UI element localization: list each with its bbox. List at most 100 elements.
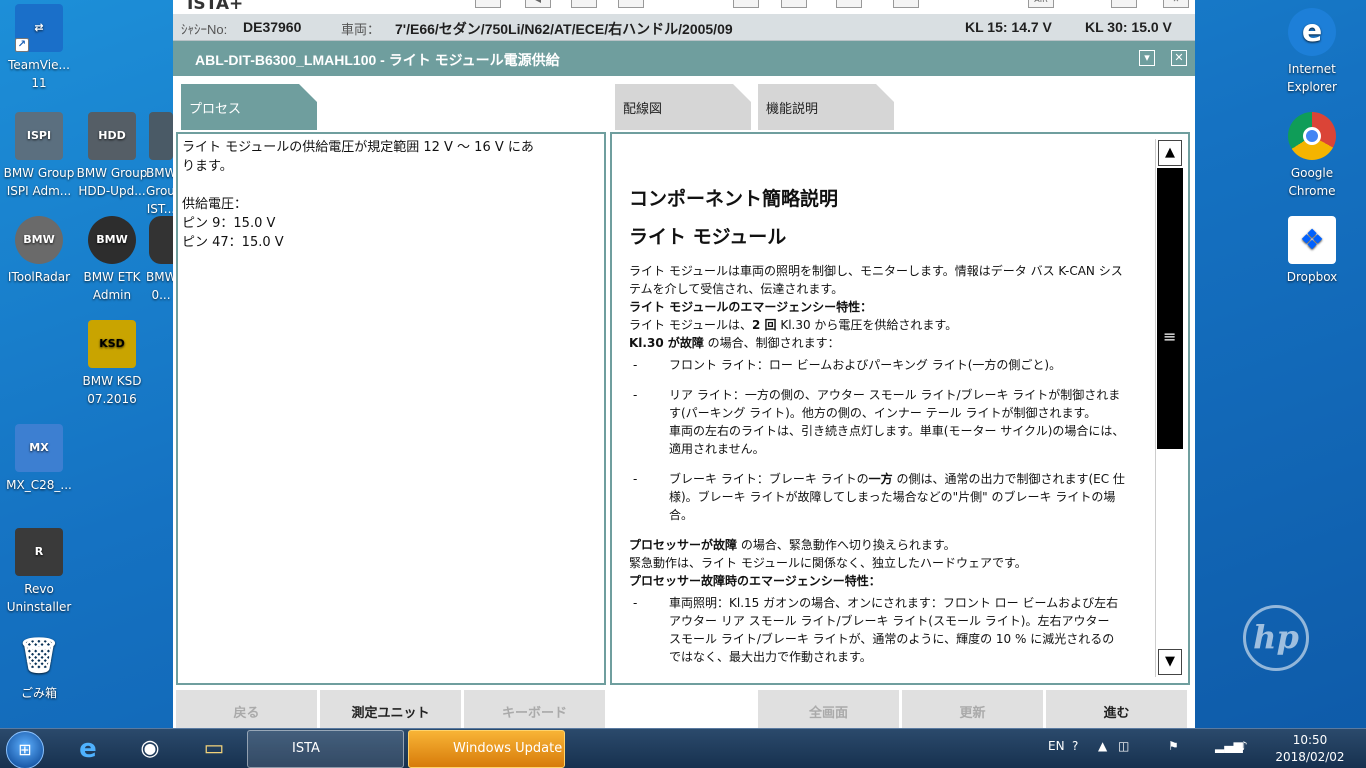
mx-logo-icon: MX [15,424,63,472]
kl15-voltage: KL 15: 14.7 V [965,19,1052,35]
toolbar-download-button[interactable] [1111,0,1137,8]
bmw-ispi-admin-label: BMW Group ISPI Adm... [3,166,75,198]
close-icon[interactable]: ✕ [1171,50,1187,66]
bmw-ista-icon[interactable]: BMW Group IST... [146,112,176,218]
bmw-partial-icon[interactable]: BMW 0... [146,216,176,304]
toolbar-home-button[interactable] [475,0,501,8]
back-button[interactable]: 戻る [176,690,317,730]
ie-logo-icon: e [1288,8,1336,56]
ksd-logo-icon: KSD [88,320,136,368]
itoolradar-label: IToolRadar [7,270,71,284]
signal-icon[interactable]: ▂▄▆ [1215,739,1243,753]
mx-c28-icon[interactable]: MX MX_C28_... [0,424,78,494]
google-chrome-icon[interactable]: Google Chrome [1273,112,1351,200]
toolbar-air-button[interactable]: AIR [1028,0,1054,8]
pin47-value: ピン 47：15.0 V [182,235,284,250]
description-scrollbar[interactable]: ▲ ≡ ▼ [1155,139,1183,677]
internet-explorer-icon[interactable]: e Internet Explorer [1273,8,1351,96]
toolbar-back-button[interactable]: ◀ [525,0,551,8]
chassis-number: DE37960 [243,19,302,35]
scroll-up-icon[interactable]: ▲ [1158,140,1182,166]
bmw-etk-admin-label: BMW ETK Admin [83,270,141,302]
dropbox-icon[interactable]: ❖ Dropbox [1273,216,1351,286]
process-line-1: ライト モジュールの供給電圧が規定範囲 12 V ～ 16 V にあ [182,140,534,155]
dialog-title: ABL-DIT-B6300_LMAHL100 - ライト モジュール電源供給 [195,52,560,68]
emergency-title: ライト モジュールのエマージェンシー特性： [629,300,873,314]
toolbar-copy-button[interactable] [571,0,597,8]
teamviewer-logo-icon: ⇄ ↗ [15,4,63,52]
toolbar-tool-button[interactable] [733,0,759,8]
bmw-ksd-icon[interactable]: KSD BMW KSD 07.2016 [73,320,151,408]
refresh-button[interactable]: 更新 [902,690,1043,730]
list-item: - 車両照明：Kl.15 ガオンの場合、オンにされます：フロント ロー ビームおよ… [633,596,1119,664]
vehicle-description: 7'/E66/セダン/750Li/N62/AT/ECE/右ハンドル/2005/0… [395,21,733,37]
revo-logo-icon: R [15,528,63,576]
clock-date: 2018/02/02 [1275,750,1345,764]
list-item: - フロント ライト：ロー ビームおよびパーキング ライト(一方の側ごと)。 [633,358,1062,372]
toolbar-print-button[interactable] [618,0,644,8]
dropbox-label: Dropbox [1286,270,1338,284]
process-line-2: ります。 [182,159,233,174]
measuring-unit-button[interactable]: 測定ユニット [320,690,461,730]
explorer-taskbar-icon[interactable]: ▭ [194,733,234,767]
process-text: ライト モジュールの供給電圧が規定範囲 12 V ～ 16 V にあ ります。 … [182,138,582,252]
flag-icon[interactable]: ⚑ [1168,739,1179,753]
revo-uninstaller-icon[interactable]: R Revo Uninstaller [0,528,78,616]
recycle-bin-icon[interactable]: 🗑 ごみ箱 [0,632,78,702]
list-item: - リア ライト：一方の側の、アウター スモール ライト/ブレーキ ライトが制御… [633,388,1125,456]
fullscreen-button[interactable]: 全画面 [758,690,899,730]
tab-function-description[interactable]: 機能説明 [758,84,894,130]
tab-wiring-diagram[interactable]: 配線図 [615,84,751,130]
minimize-icon[interactable]: ▾ [1139,50,1155,66]
bmw-partial-logo-icon [149,216,173,264]
taskbar-item-windows-update[interactable]: Windows Update [408,730,565,768]
taskbar-clock[interactable]: 10:50 2018/02/02 [1270,732,1350,766]
volume-icon[interactable]: ♪ [1240,739,1248,753]
bmw-hdd-update-icon[interactable]: HDD BMW Group HDD-Upd... [73,112,151,200]
network-icon[interactable]: ◫ [1118,739,1129,753]
trash-icon: 🗑 [17,636,61,676]
bmw-etk-logo-icon: BMW [88,216,136,264]
pin9-value: ピン 9：15.0 V [182,216,276,231]
teamviewer-icon[interactable]: ⇄ ↗ TeamVie... 11 [0,4,78,92]
next-button[interactable]: 進む [1046,690,1187,730]
teamviewer-label: TeamVie... 11 [8,58,70,90]
kl30-paragraph: Kl.30 が故障 の場合、制御されます： [629,336,840,350]
bmw-partial-label: BMW 0... [146,270,176,302]
language-indicator[interactable]: EN [1048,739,1065,753]
tab-process[interactable]: プロセス [181,84,317,130]
show-hidden-icons-icon[interactable]: ▲ [1098,739,1107,753]
ista-app-name: ISTA+ [187,0,244,14]
ie-taskbar-icon[interactable]: e [68,733,108,767]
supply-voltage-label: 供給電圧： [182,197,248,212]
vehicle-info-bar: ｼｬｼｰNo: DE37960 車両： 7'/E66/セダン/750Li/N62… [173,14,1195,41]
processor-emergency-title: プロセッサー故障時のエマージェンシー特性： [629,574,881,588]
emergency-operation-paragraph: 緊急動作は、ライト モジュールに関係なく、独立したハードウェアです。 [629,556,1027,570]
bmw-etk-admin-icon[interactable]: BMW BMW ETK Admin [73,216,151,304]
chassis-label: ｼｬｼｰNo: [181,22,228,37]
itoolradar-icon[interactable]: BMW IToolRadar [0,216,78,286]
bmw-ispi-admin-icon[interactable]: ISPI BMW Group ISPI Adm... [0,112,78,200]
help-icon[interactable]: ? [1072,739,1078,753]
hp-logo-icon: hp [1243,605,1309,671]
light-module-heading: ライト モジュール [629,226,787,248]
component-heading: コンポーネント簡略説明 [629,188,839,210]
scroll-down-icon[interactable]: ▼ [1158,649,1182,675]
ista-toolbar: ISTA+ ◀ AIR ✕ [173,0,1195,14]
dropbox-logo-icon: ❖ [1288,216,1336,264]
keyboard-button[interactable]: キーボード [464,690,605,730]
description-content: コンポーネント簡略説明 ライト モジュール ライト モジュールは車両の照明を制御… [629,186,1129,678]
chrome-taskbar-icon[interactable]: ◉ [130,733,170,767]
toolbar-connect-button[interactable] [893,0,919,8]
ispi-logo-icon: ISPI [15,112,63,160]
start-button[interactable]: ⊞ [6,731,44,768]
toolbar-wrench-button[interactable] [781,0,807,8]
clock-time: 10:50 [1292,733,1328,747]
scroll-thumb[interactable]: ≡ [1157,168,1183,449]
bmw-hdd-update-label: BMW Group HDD-Upd... [76,166,148,198]
toolbar-close-button[interactable]: ✕ [1163,0,1189,8]
processor-paragraph: プロセッサーが故障 の場合、緊急動作へ切り換えられます。 [629,538,956,552]
recycle-bin-label: ごみ箱 [20,686,57,700]
toolbar-window-button[interactable] [836,0,862,8]
taskbar-item-ista[interactable]: ISTA [247,730,404,768]
